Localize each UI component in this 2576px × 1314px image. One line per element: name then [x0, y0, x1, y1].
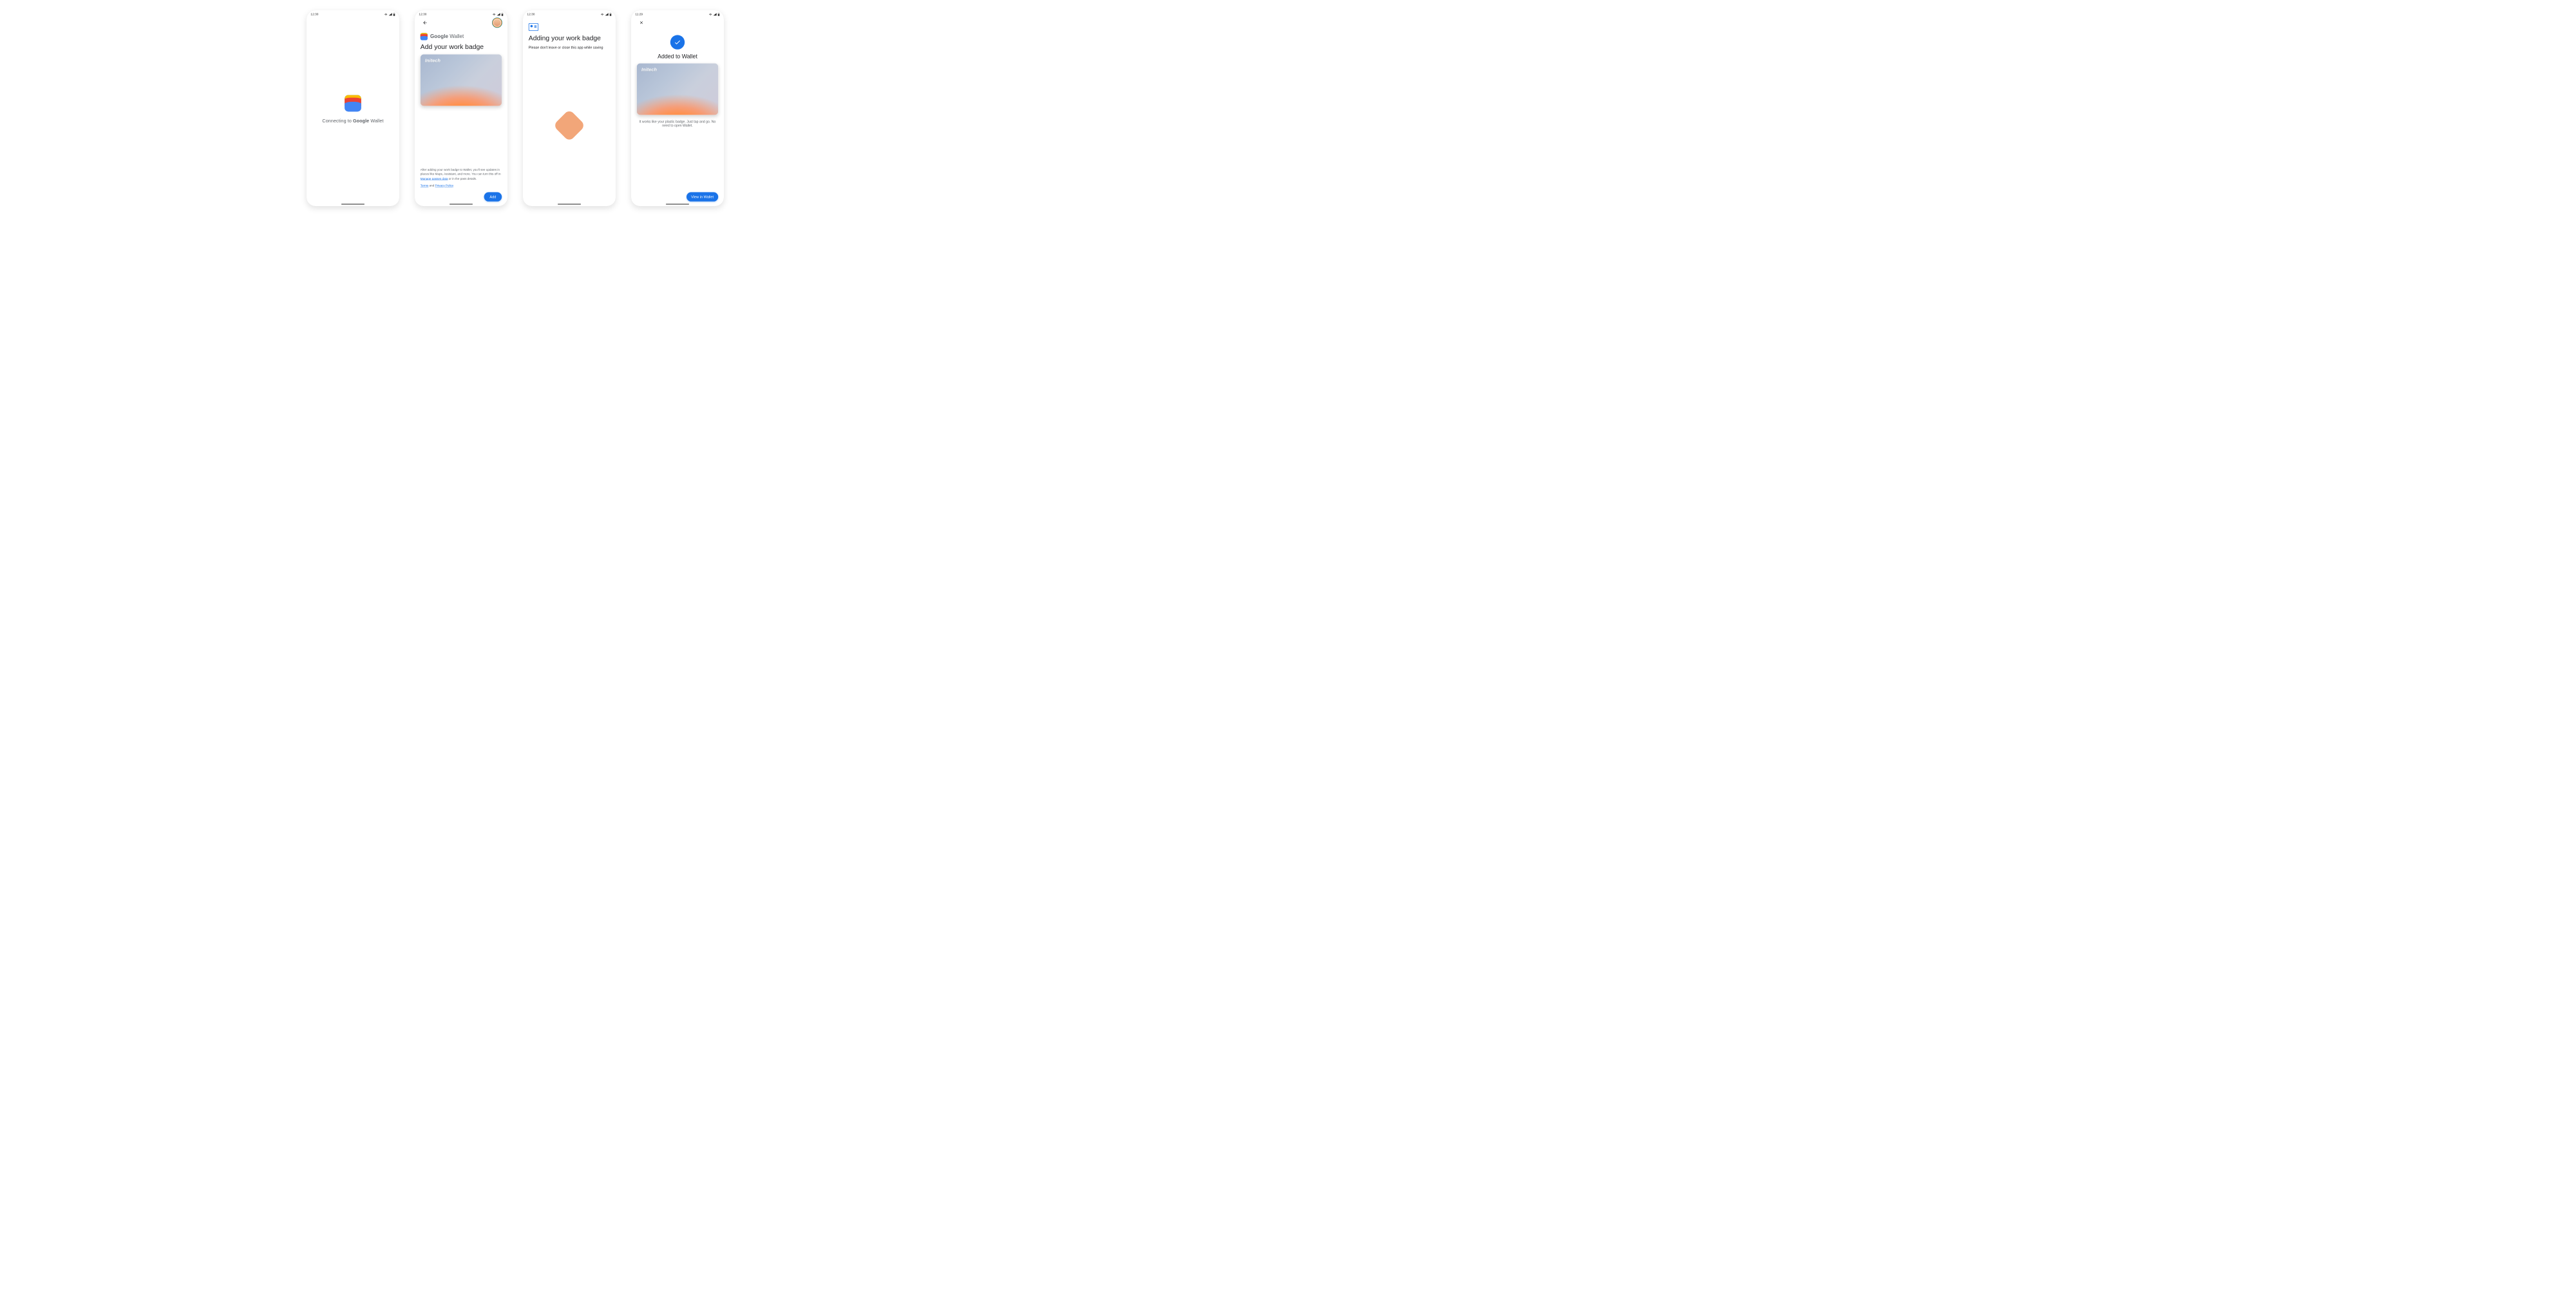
- manage-passes-link[interactable]: Manage passes data: [421, 177, 448, 180]
- loading-indicator: [553, 109, 586, 142]
- account-avatar-button[interactable]: [493, 18, 502, 27]
- disclaimer-a: After adding your work badge to Wallet, …: [421, 168, 501, 176]
- close-button[interactable]: [637, 18, 646, 27]
- battery-icon: [393, 12, 395, 15]
- phone-connecting: 12:30 Connecting to Google Wallet: [307, 10, 399, 206]
- google-wallet-icon: [421, 33, 428, 40]
- wifi-icon: [600, 13, 604, 15]
- status-indicators: [384, 12, 395, 15]
- phone-adding: 12:30 Adding your work badge Please don'…: [523, 10, 616, 206]
- wallet-brand-row: Google Wallet: [421, 33, 502, 40]
- cell-signal-icon: [714, 13, 717, 15]
- close-icon: [639, 21, 643, 25]
- arrow-back-icon: [422, 20, 428, 25]
- success-description: It works like your plastic badge. Just t…: [638, 120, 717, 128]
- google-wallet-icon: [345, 95, 361, 111]
- google-wordmark: Google: [430, 33, 448, 39]
- status-time: 12:30: [310, 12, 318, 16]
- success-check-icon: [670, 35, 685, 49]
- add-button[interactable]: Add: [484, 192, 502, 201]
- privacy-link[interactable]: Privacy Policy: [435, 184, 454, 187]
- avatar-icon: [493, 19, 500, 26]
- wifi-icon: [492, 13, 496, 15]
- disclaimer-b: or in the pass details.: [448, 177, 477, 180]
- terms-row: Terms and Privacy Policy: [421, 184, 502, 188]
- page-title: Add your work badge: [421, 43, 502, 50]
- battery-icon: [609, 12, 611, 15]
- badge-brand: Initech: [425, 58, 440, 63]
- status-bar: 12:30: [307, 10, 399, 17]
- back-button[interactable]: [421, 18, 430, 27]
- status-time: 12:30: [419, 12, 426, 16]
- cell-signal-icon: [605, 13, 609, 15]
- cell-signal-icon: [497, 13, 500, 15]
- page-title: Added to Wallet: [658, 53, 697, 59]
- status-time: 12:30: [527, 12, 535, 16]
- battery-icon: [717, 12, 719, 15]
- connecting-text: Connecting to: [322, 118, 353, 123]
- badge-card-preview: Initech: [637, 63, 718, 115]
- status-bar: 12:30: [523, 10, 616, 17]
- status-time: 11:29: [635, 12, 643, 16]
- cell-signal-icon: [389, 13, 392, 15]
- status-indicators: [600, 12, 611, 15]
- phone-add-badge: 12:30 Google Wallet: [415, 10, 507, 206]
- wifi-icon: [384, 13, 388, 15]
- page-title: Adding your work badge: [529, 34, 610, 42]
- connecting-label: Connecting to Google Wallet: [322, 118, 383, 123]
- badge-card-preview: Initech: [421, 54, 502, 106]
- status-indicators: [492, 12, 503, 15]
- status-bar: 11:29: [631, 10, 724, 17]
- wallet-word: Wallet: [369, 118, 383, 123]
- badge-id-icon: [529, 23, 538, 31]
- terms-link[interactable]: Terms: [421, 184, 429, 187]
- and-word: and: [428, 184, 435, 187]
- battery-icon: [501, 12, 503, 15]
- status-bar: 12:30: [415, 10, 507, 17]
- status-indicators: [708, 12, 719, 15]
- wifi-icon: [708, 13, 712, 15]
- wallet-brand-label: Google Wallet: [430, 33, 464, 39]
- wallet-word: Wallet: [448, 33, 464, 39]
- disclaimer-text: After adding your work badge to Wallet, …: [421, 167, 502, 181]
- view-in-wallet-button[interactable]: View in Wallet: [687, 192, 718, 201]
- phone-added: 11:29 Added to Wallet: [631, 10, 724, 206]
- badge-brand: Initech: [641, 67, 657, 72]
- google-wordmark: Google: [353, 118, 369, 123]
